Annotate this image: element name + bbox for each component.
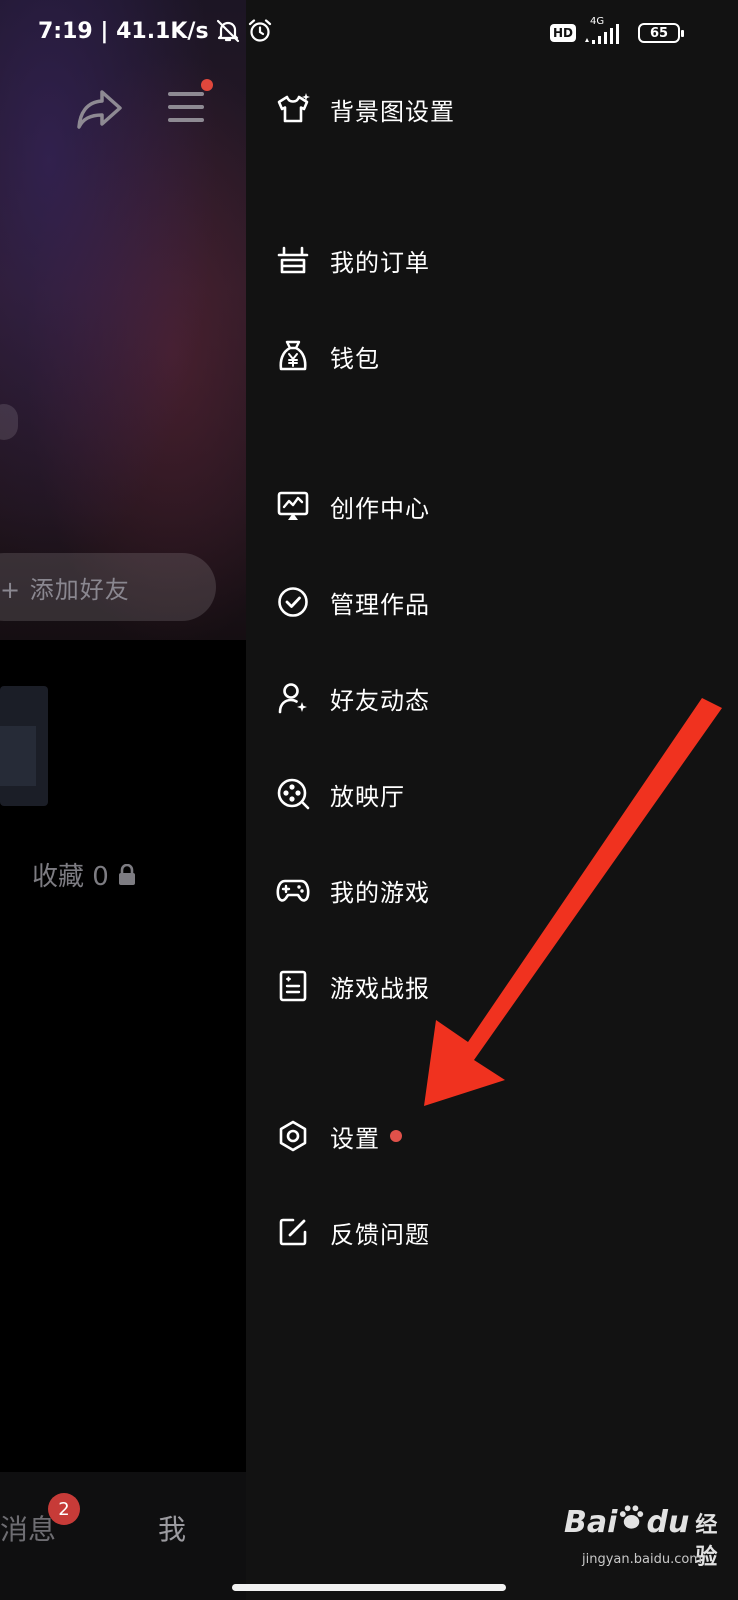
film-reel-icon xyxy=(277,778,310,810)
watermark-url: jingyan.baidu.com xyxy=(582,1552,702,1567)
status-bar-time: 7:19 | 41.1K/s xyxy=(38,18,273,44)
feedback-icon xyxy=(279,1218,307,1246)
settings-notification-dot xyxy=(390,1130,402,1142)
menu-label: 背景图设置 xyxy=(330,97,455,126)
side-drawer: 背景图设置 我的订单 钱包 创作中心 管理作品 好友动态 放映厅 我的游戏 游戏… xyxy=(246,0,738,1600)
battery-level: 65 xyxy=(649,25,669,41)
menu-label: 管理作品 xyxy=(330,590,430,619)
lock-icon xyxy=(118,863,135,885)
wallet-icon xyxy=(279,340,307,371)
battery-icon: 65 xyxy=(638,23,684,43)
status-bar-indicators: HD 4G 65 xyxy=(549,16,684,46)
menu-icon[interactable] xyxy=(166,86,208,128)
time-and-speed: 7:19 | 41.1K/s xyxy=(38,18,209,44)
share-icon[interactable] xyxy=(74,82,126,134)
menu-label: 好友动态 xyxy=(330,686,430,715)
menu-label: 设置 xyxy=(330,1124,380,1153)
paw-icon xyxy=(620,1505,644,1529)
game-report-icon xyxy=(279,970,307,1002)
watermark-du: du xyxy=(646,1505,690,1540)
tab-messages[interactable]: 消息 xyxy=(0,1508,56,1548)
network-type: 4G xyxy=(590,16,605,27)
menu-label: 钱包 xyxy=(330,344,380,373)
watermark-bai: Bai xyxy=(564,1505,618,1540)
menu-item-game-reports[interactable]: 游戏战报 xyxy=(276,961,430,1011)
menu-label: 创作中心 xyxy=(330,494,430,523)
tshirt-icon xyxy=(277,93,310,123)
mute-bell-icon xyxy=(216,19,239,43)
background-profile-page: + 添加好友 收藏 0 消息 2 我 xyxy=(0,0,246,1600)
tab-me[interactable]: 我 xyxy=(158,1508,186,1548)
check-circle-icon xyxy=(278,587,308,617)
creator-center-icon xyxy=(277,491,309,520)
menu-item-screening-hall[interactable]: 放映厅 xyxy=(276,769,405,819)
order-icon xyxy=(277,246,309,274)
menu-notification-dot xyxy=(201,79,213,91)
menu-item-manage-works[interactable]: 管理作品 xyxy=(276,577,430,627)
hexagon-settings-icon xyxy=(279,1120,307,1152)
home-indicator[interactable] xyxy=(232,1584,506,1591)
menu-label: 我的游戏 xyxy=(330,878,430,907)
cellular-signal: 4G xyxy=(584,16,630,46)
menu-item-creator-center[interactable]: 创作中心 xyxy=(276,481,430,531)
menu-item-settings[interactable]: 设置 xyxy=(276,1111,402,1161)
menu-item-feedback[interactable]: 反馈问题 xyxy=(276,1207,430,1257)
add-friend-label: + 添加好友 xyxy=(0,575,130,604)
menu-item-friend-activity[interactable]: 好友动态 xyxy=(276,673,430,723)
menu-label: 放映厅 xyxy=(330,782,405,811)
menu-item-my-orders[interactable]: 我的订单 xyxy=(276,235,430,285)
menu-label: 游戏战报 xyxy=(330,974,430,1003)
alarm-clock-icon xyxy=(248,19,271,42)
messages-badge: 2 xyxy=(48,1493,80,1525)
gamepad-icon xyxy=(276,879,310,902)
menu-item-wallet[interactable]: 钱包 xyxy=(276,331,380,381)
work-thumbnail[interactable] xyxy=(0,686,48,806)
hd-badge: HD xyxy=(549,24,576,42)
add-friend-button[interactable]: + 添加好友 xyxy=(0,553,216,621)
friend-activity-icon xyxy=(278,683,307,714)
favorites-tab[interactable]: 收藏 0 xyxy=(32,856,137,893)
menu-item-my-games[interactable]: 我的游戏 xyxy=(276,865,430,915)
favorites-label: 收藏 0 xyxy=(32,862,109,892)
menu-label: 反馈问题 xyxy=(330,1220,430,1249)
battery-tip xyxy=(681,30,684,37)
menu-label: 我的订单 xyxy=(330,248,430,277)
menu-item-background-settings[interactable]: 背景图设置 xyxy=(276,84,455,134)
thumbnail-image xyxy=(0,726,36,786)
